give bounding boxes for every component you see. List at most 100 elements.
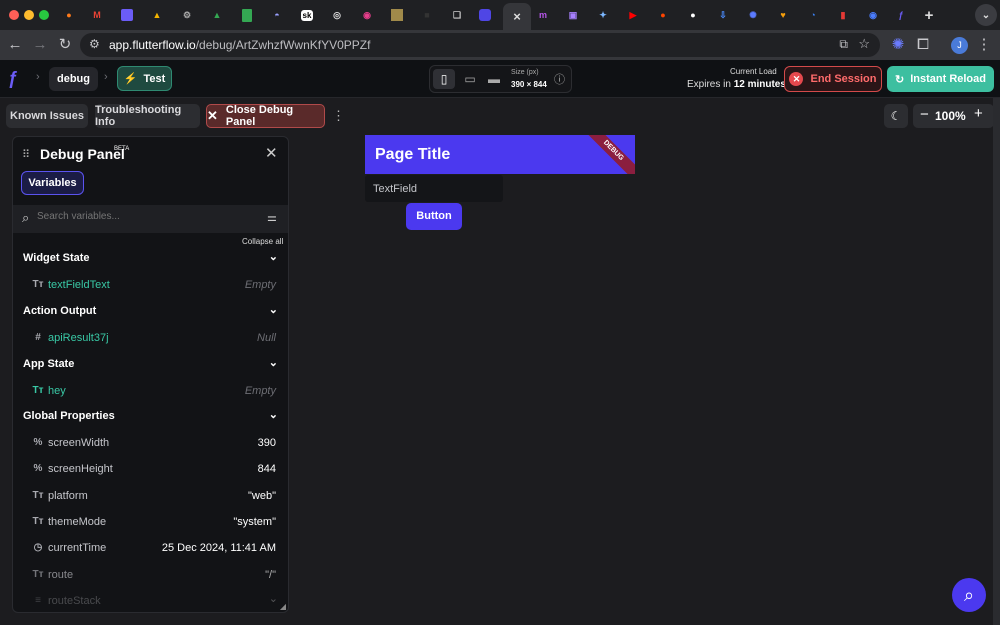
canvas-scrollbar[interactable] <box>993 98 1000 625</box>
address-bar[interactable]: ⚙ app.flutterflow.io/debug/ArtZwhzfWwnKf… <box>80 33 880 57</box>
tab-sparkle-icon[interactable]: ✦ <box>592 4 614 26</box>
section-title: Action Output <box>23 305 97 317</box>
variable-row[interactable]: # apiResult37j Null <box>13 325 288 351</box>
tab-m-icon[interactable]: m <box>532 4 554 26</box>
tab-github-icon[interactable]: ● <box>682 4 704 26</box>
flutterflow-logo-icon[interactable]: ƒ <box>8 68 28 88</box>
new-tab-plus-icon[interactable]: + <box>918 4 940 26</box>
zoom-in-icon[interactable]: + <box>974 105 983 122</box>
browser-menu-icon[interactable]: ⋮ <box>975 36 993 54</box>
variable-row[interactable]: Tт hey Empty <box>13 378 288 404</box>
tab-reddit-icon[interactable]: ● <box>652 4 674 26</box>
tab-doc-icon[interactable]: ▮ <box>832 4 854 26</box>
breadcrumb-project[interactable]: debug <box>49 67 98 91</box>
test-mode-badge[interactable]: ⚡ Test <box>117 66 172 91</box>
tab-search-icon[interactable]: ◔ <box>802 4 824 26</box>
tab-gear-blue-icon[interactable]: ✺ <box>742 4 764 26</box>
preview-button[interactable]: Button <box>406 203 462 230</box>
instant-reload-button[interactable]: ↻ Instant Reload <box>887 66 994 92</box>
variable-row[interactable]: % screenWidth 390 <box>13 430 288 456</box>
section-app-state[interactable]: App State ⌄ <box>13 352 288 378</box>
zoom-out-icon[interactable]: − <box>920 106 929 123</box>
troubleshooting-button[interactable]: Troubleshooting Info <box>95 104 200 128</box>
tab-image-icon[interactable] <box>386 4 408 26</box>
profile-avatar[interactable]: J <box>951 37 968 54</box>
url-text: app.flutterflow.io/debug/ArtZwhzfWwnKfYV… <box>109 38 370 52</box>
variable-row[interactable]: ≡ routeStack ⌄ <box>13 588 288 612</box>
section-action-output[interactable]: Action Output ⌄ <box>13 299 288 325</box>
section-widget-state[interactable]: Widget State ⌄ <box>13 246 288 272</box>
tab-heart-icon[interactable]: ♥ <box>772 4 794 26</box>
floating-search-icon[interactable]: ⌕ <box>952 578 986 612</box>
browser-tab-strip: ● M ▲ ⚙ ▲ ◓ sk ◎ ◉ ■ ❏ × m ▣ ✦ ▶ ● ● ⇩ ✺… <box>0 0 1000 30</box>
variable-value: "/" <box>265 569 276 581</box>
tab-g-icon[interactable]: ◉ <box>356 4 378 26</box>
tab-phone-icon[interactable]: ▣ <box>562 4 584 26</box>
extensions-puzzle-icon[interactable]: ⧠ <box>914 36 932 54</box>
tab-flutterflow-icon[interactable] <box>474 4 496 26</box>
tab-variables[interactable]: Variables <box>21 171 84 195</box>
tab-threads-icon[interactable]: ◎ <box>326 4 348 26</box>
variable-row[interactable]: Tт textFieldText Empty <box>13 272 288 298</box>
variable-row[interactable]: % screenHeight 844 <box>13 456 288 482</box>
breadcrumb-chevron-icon: › <box>36 71 40 83</box>
open-external-icon[interactable]: ⧉ <box>839 37 848 52</box>
more-options-icon[interactable]: ⋮ <box>332 108 345 124</box>
textfield[interactable]: TextField <box>365 175 503 202</box>
theme-toggle-moon-icon[interactable]: ☾ <box>884 104 908 128</box>
desktop-device-icon[interactable]: ▬ <box>484 69 504 89</box>
known-issues-button[interactable]: Known Issues <box>6 104 88 128</box>
variable-row[interactable]: Tт platform "web" <box>13 483 288 509</box>
extension-gear-icon[interactable]: ✺ <box>889 36 907 54</box>
tab-download-icon[interactable]: ⇩ <box>712 4 734 26</box>
drag-handle-icon[interactable]: ⠿ <box>22 148 30 161</box>
back-arrow-icon[interactable]: ← <box>6 36 24 54</box>
tab-icon[interactable] <box>116 4 138 26</box>
close-window-button[interactable] <box>9 10 19 20</box>
variable-name: platform <box>48 490 88 502</box>
site-settings-icon[interactable]: ⚙ <box>89 37 100 51</box>
tab-drive-icon[interactable]: ▲ <box>206 4 228 26</box>
variable-row[interactable]: Tт route "/" <box>13 562 288 588</box>
variable-value: "system" <box>233 516 276 528</box>
tab-drive-icon[interactable]: ▲ <box>146 4 168 26</box>
tab-globe-icon[interactable]: ◉ <box>862 4 884 26</box>
tablet-device-icon[interactable]: ▭ <box>460 69 480 89</box>
tab-search-dropdown-icon[interactable]: ⌄ <box>975 4 997 26</box>
panel-close-icon[interactable]: ✕ <box>265 144 278 162</box>
search-bar: ⌕ ⚌ <box>13 205 288 233</box>
active-tab-close-icon[interactable]: × <box>503 3 531 30</box>
minimize-window-button[interactable] <box>24 10 34 20</box>
info-icon[interactable]: ⓘ <box>554 71 565 87</box>
zoom-window-button[interactable] <box>39 10 49 20</box>
tab-sk-icon[interactable]: sk <box>296 4 318 26</box>
tab-youtube-icon[interactable]: ▶ <box>622 4 644 26</box>
bookmark-star-icon[interactable]: ☆ <box>858 36 870 52</box>
variable-value: Null <box>257 332 276 344</box>
variable-row[interactable]: Tт themeMode "system" <box>13 509 288 535</box>
chevron-down-icon: ⌄ <box>268 357 278 369</box>
variable-row[interactable]: ◷ currentTime 25 Dec 2024, 11:41 AM <box>13 535 288 561</box>
size-value: 390 × 844 <box>511 80 547 89</box>
phone-device-icon[interactable]: ▯ <box>433 69 455 89</box>
chevron-down-icon: ⌄ <box>268 593 278 605</box>
filter-icon[interactable]: ⚌ <box>267 211 277 224</box>
section-global-properties[interactable]: Global Properties ⌄ <box>13 404 288 430</box>
tab-gmail-icon[interactable]: M <box>86 4 108 26</box>
tab-bookmark-icon[interactable]: ❏ <box>446 4 468 26</box>
reload-icon[interactable]: ↻ <box>56 36 74 54</box>
resize-handle-icon[interactable]: ◢ <box>280 602 286 611</box>
textfield-placeholder: TextField <box>373 183 418 195</box>
end-session-button[interactable]: ✕ End Session <box>784 66 882 92</box>
close-debug-panel-button[interactable]: ✕ Close Debug Panel <box>206 104 325 128</box>
tab-chat-icon[interactable]: ◓ <box>266 4 288 26</box>
forward-arrow-icon[interactable]: → <box>31 36 49 54</box>
size-label: Size (px) <box>511 69 539 76</box>
collapse-all-link[interactable]: Collapse all <box>242 237 283 246</box>
tab-flutterflow2-icon[interactable]: ƒ <box>890 4 912 26</box>
tab-gear-icon[interactable]: ⚙ <box>176 4 198 26</box>
tab-firefox-icon[interactable]: ● <box>58 4 80 26</box>
tab-dark-icon[interactable]: ■ <box>416 4 438 26</box>
tab-sheets-icon[interactable] <box>236 4 258 26</box>
search-variables-input[interactable] <box>37 211 237 222</box>
